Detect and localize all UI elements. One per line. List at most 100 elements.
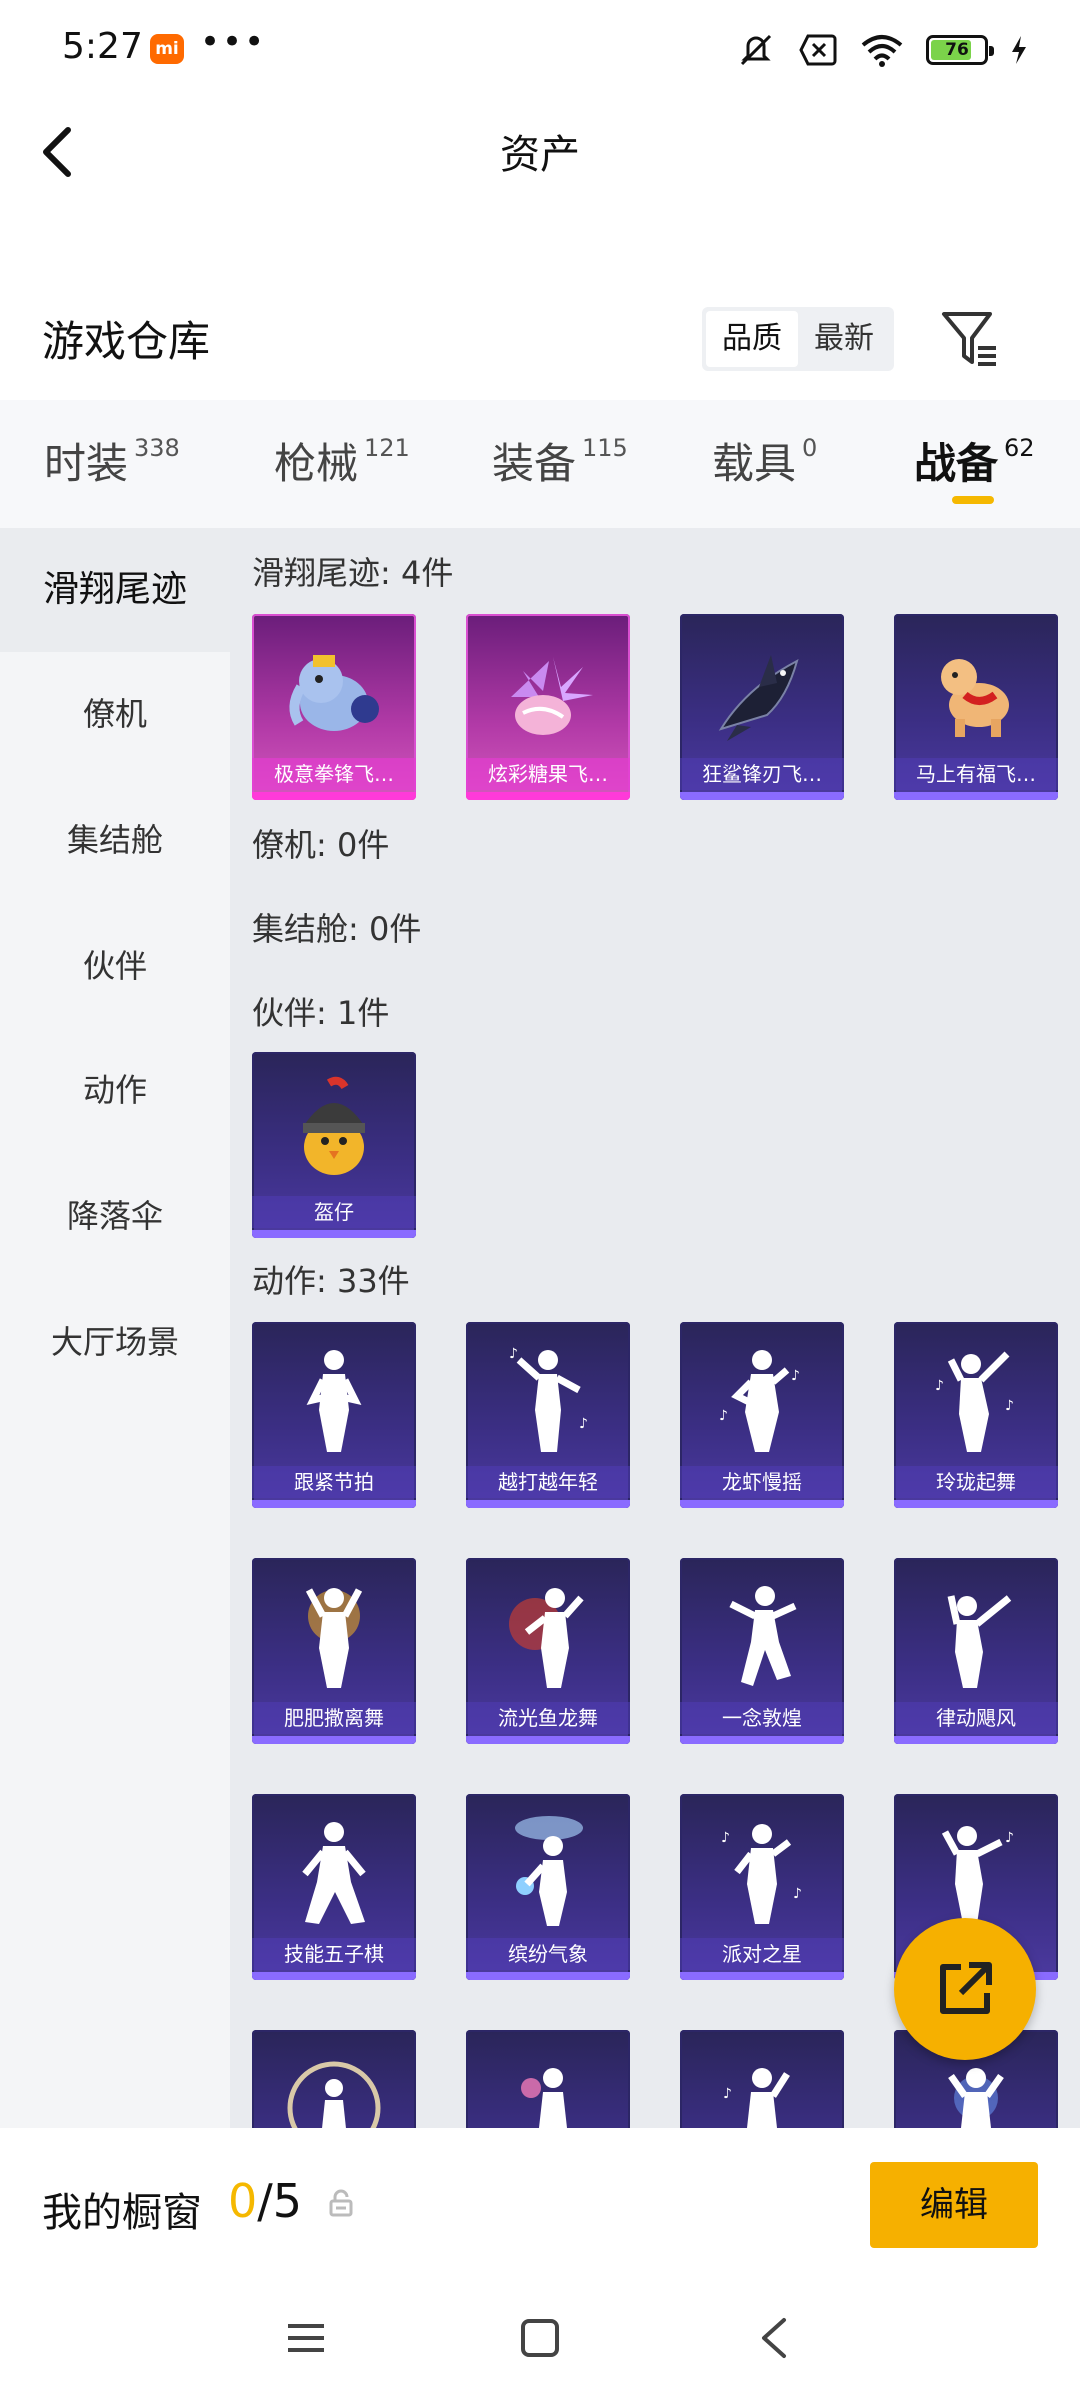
dancer-silhouette-image	[466, 1802, 630, 1942]
sidebar-item-partner[interactable]: 伙伴	[0, 904, 230, 1028]
tab-combat-gear[interactable]: 战备 62	[914, 430, 1035, 491]
wifi-icon	[861, 35, 903, 67]
svg-text:♪: ♪	[1005, 1398, 1014, 1414]
menu-icon[interactable]	[286, 2318, 326, 2358]
more-notifications-icon: •••	[200, 22, 267, 62]
item-grid-panel: 滑翔尾迹: 4件 极意拳锋飞… 炫彩糖果飞… 狂鲨锋刃飞… 马上有福飞… 僚机:…	[230, 528, 1080, 2128]
item-name: 越打越年轻	[466, 1466, 630, 1498]
sidebar-item-assembly-pod[interactable]: 集结舱	[0, 778, 230, 902]
item-card[interactable]: ♪ ♪ 玲珑起舞	[894, 1322, 1058, 1508]
item-card[interactable]: 一念敦煌	[680, 1558, 844, 1744]
edit-button[interactable]: 编辑	[870, 2162, 1038, 2248]
battery-icon: 76	[926, 35, 994, 65]
item-name: 技能五子棋	[252, 1938, 416, 1970]
sidebar-item-wingman[interactable]: 僚机	[0, 652, 230, 776]
item-name: 派对之星	[680, 1938, 844, 1970]
home-icon[interactable]	[520, 2318, 560, 2358]
item-card[interactable]: 技能五子棋	[252, 1794, 416, 1980]
item-name: 律动飓风	[894, 1702, 1058, 1734]
sidebar: 滑翔尾迹 僚机 集结舱 伙伴 动作 降落伞 大厅场景	[0, 528, 230, 2128]
item-name: 玲珑起舞	[894, 1466, 1058, 1498]
sort-by-latest-button[interactable]: 最新	[798, 311, 890, 367]
showcase-bar: 我的橱窗 0/5 编辑	[0, 2128, 1080, 2280]
tab-equipment[interactable]: 装备 115	[492, 430, 628, 491]
status-icons: 76	[736, 30, 1028, 70]
filter-icon	[942, 312, 996, 366]
item-name: 跟紧节拍	[252, 1466, 416, 1498]
tab-count: 0	[802, 434, 818, 462]
shark-blade-image	[680, 622, 844, 762]
dancer-silhouette-image	[466, 1566, 630, 1706]
dancer-silhouette-image	[252, 1802, 416, 1942]
item-card[interactable]: 盔仔	[252, 1052, 416, 1238]
system-navigation-bar	[0, 2280, 1080, 2400]
battery-level: 76	[945, 40, 969, 60]
dancer-silhouette-image	[252, 1330, 416, 1470]
item-card[interactable]: 跟紧节拍	[252, 1322, 416, 1508]
sort-toggle: 品质 最新	[702, 307, 894, 371]
item-card[interactable]: 炫彩糖果飞…	[466, 614, 630, 800]
mute-vibrate-icon	[740, 34, 772, 66]
item-name: 极意拳锋飞…	[252, 758, 416, 790]
item-name: 炫彩糖果飞…	[466, 758, 630, 790]
tab-vehicles[interactable]: 载具 0	[712, 430, 817, 491]
tab-guns[interactable]: 枪械 121	[274, 430, 410, 491]
tab-count: 115	[582, 434, 628, 462]
helmet-chick-image	[252, 1060, 416, 1200]
item-card[interactable]: 缤纷气象	[466, 1794, 630, 1980]
sidebar-item-lobby-scene[interactable]: 大厅场景	[0, 1280, 230, 1404]
sidebar-item-emote[interactable]: 动作	[0, 1028, 230, 1152]
no-sim-icon	[799, 34, 837, 66]
tab-count: 62	[1004, 434, 1035, 462]
share-icon	[940, 1962, 992, 2014]
item-name: 缤纷气象	[466, 1938, 630, 1970]
item-card[interactable]	[466, 2030, 630, 2128]
dancer-silhouette-image: ♪ ♪	[894, 1330, 1058, 1470]
category-tabs: 时装 338 枪械 121 装备 115 载具 0 战备 62	[0, 400, 1080, 528]
sidebar-item-parachute[interactable]: 降落伞	[0, 1154, 230, 1278]
item-card[interactable]: 律动飓风	[894, 1558, 1058, 1744]
active-tab-indicator	[952, 496, 994, 504]
sort-by-quality-button[interactable]: 品质	[706, 311, 798, 367]
item-card[interactable]: 流光鱼龙舞	[466, 1558, 630, 1744]
item-card[interactable]: 极意拳锋飞…	[252, 614, 416, 800]
section-title-partner: 伙伴: 1件	[252, 994, 390, 1032]
item-name: 盔仔	[252, 1196, 416, 1228]
dancer-silhouette-image: ♪ ♪	[466, 1330, 630, 1470]
elephant-boxer-image	[252, 622, 416, 762]
svg-text:♪: ♪	[793, 1886, 802, 1902]
filter-button[interactable]	[940, 308, 1000, 370]
dancer-silhouette-image	[894, 1566, 1058, 1706]
item-card[interactable]: 肥肥撒离舞	[252, 1558, 416, 1744]
item-card[interactable]: ♪ ♪ 派对之星	[680, 1794, 844, 1980]
svg-text:♪: ♪	[579, 1416, 588, 1432]
svg-text:♪: ♪	[721, 1830, 730, 1846]
status-bar: 5:27 mi ••• 76	[0, 0, 1080, 96]
section-title-glide-trail: 滑翔尾迹: 4件	[252, 554, 454, 592]
item-name: 一念敦煌	[680, 1702, 844, 1734]
svg-text:♪: ♪	[719, 1408, 728, 1424]
page-title: 资产	[500, 132, 580, 178]
system-back-icon[interactable]	[756, 2316, 792, 2360]
lock-icon	[329, 2189, 353, 2217]
item-card[interactable]: ♪ ♪ 龙虾慢摇	[680, 1322, 844, 1508]
showcase-count: 0/5	[228, 2174, 303, 2228]
svg-text:♪: ♪	[935, 1378, 944, 1394]
item-card[interactable]: ♪ ♪ 越打越年轻	[466, 1322, 630, 1508]
section-title-wingman: 僚机: 0件	[252, 826, 390, 864]
item-card[interactable]: ♪	[680, 2030, 844, 2128]
sidebar-item-glide-trail[interactable]: 滑翔尾迹	[0, 528, 230, 652]
dancer-silhouette-image	[680, 1566, 844, 1706]
tab-fashion[interactable]: 时装 338	[44, 430, 180, 491]
item-card[interactable]: 马上有福飞…	[894, 614, 1058, 800]
warehouse-title: 游戏仓库	[42, 317, 211, 366]
item-card[interactable]: 狂鲨锋刃飞…	[680, 614, 844, 800]
tab-count: 338	[134, 434, 180, 462]
share-button[interactable]	[894, 1918, 1036, 2060]
showcase-label: 我的橱窗	[42, 2190, 202, 2236]
charging-icon	[1012, 36, 1026, 64]
svg-text:♪: ♪	[509, 1346, 518, 1362]
section-title-emote: 动作: 33件	[252, 1262, 410, 1300]
item-name: 龙虾慢摇	[680, 1466, 844, 1498]
item-card[interactable]	[252, 2030, 416, 2128]
